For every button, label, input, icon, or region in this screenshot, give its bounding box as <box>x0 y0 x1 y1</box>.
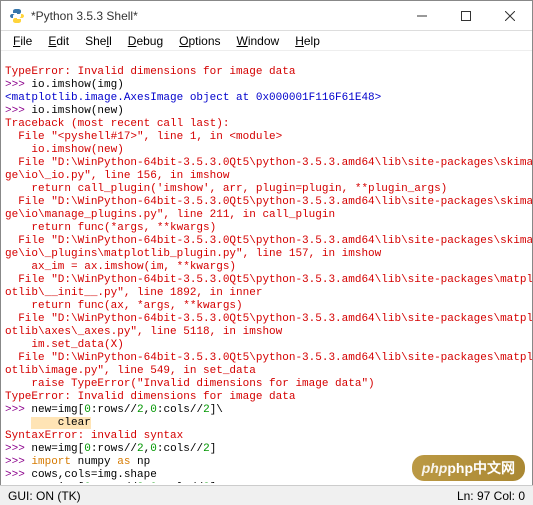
window-title: *Python 3.5.3 Shell* <box>31 9 400 23</box>
traceback-line: ax_im = ax.imshow(im, **kwargs) <box>5 261 236 273</box>
code-input: io.imshow(new) <box>31 105 123 117</box>
traceback-line: File "<pyshell#17>", line 1, in <module> <box>5 131 282 143</box>
output-line: <matplotlib.image.AxesImage object at 0x… <box>5 92 381 104</box>
code-input: new=img[ <box>31 482 84 483</box>
traceback-line: raise TypeError("Invalid dimensions for … <box>5 378 375 390</box>
code-input: io.imshow(img) <box>31 79 123 91</box>
traceback-line: File "D:\WinPython-64bit-3.5.3.0Qt5\pyth… <box>5 235 532 247</box>
prompt: >>> <box>5 469 31 481</box>
statusbar: GUI: ON (TK) Ln: 97 Col: 0 <box>0 485 533 505</box>
status-left: GUI: ON (TK) <box>8 489 81 503</box>
menu-window[interactable]: Window <box>231 33 286 49</box>
traceback-line: File "D:\WinPython-64bit-3.5.3.0Qt5\pyth… <box>5 274 532 286</box>
menu-file[interactable]: File <box>7 33 38 49</box>
prompt: >>> <box>5 482 31 483</box>
traceback-line: otlib\image.py", line 549, in set_data <box>5 365 256 377</box>
traceback-line: File "D:\WinPython-64bit-3.5.3.0Qt5\pyth… <box>5 196 532 208</box>
menu-edit[interactable]: Edit <box>42 33 75 49</box>
menu-shell[interactable]: Shell <box>79 33 118 49</box>
traceback-line: ge\io\_io.py", line 156, in imshow <box>5 170 229 182</box>
traceback-line: otlib\__init__.py", line 1892, in inner <box>5 287 262 299</box>
error-line: SyntaxError: invalid syntax <box>5 430 183 442</box>
prompt: >>> <box>5 404 31 416</box>
traceback-line: otlib\axes\_axes.py", line 5118, in imsh… <box>5 326 282 338</box>
titlebar: *Python 3.5.3 Shell* <box>1 1 532 31</box>
code-input: cows,cols=img.shape <box>31 469 156 481</box>
traceback-line: ge\io\manage_plugins.py", line 211, in c… <box>5 209 335 221</box>
traceback-line: File "D:\WinPython-64bit-3.5.3.0Qt5\pyth… <box>5 157 532 169</box>
keyword: import <box>31 456 71 468</box>
syntax-error-highlight: clear <box>31 417 90 429</box>
status-cursor: Ln: 97 Col: 0 <box>457 489 525 503</box>
traceback-line: return func(*args, **kwargs) <box>5 222 216 234</box>
minimize-button[interactable] <box>400 1 444 31</box>
prompt: >>> <box>5 443 31 455</box>
menubar: File Edit Shell Debug Options Window Hel… <box>1 31 532 51</box>
traceback-line: io.imshow(new) <box>5 144 124 156</box>
keyword: as <box>117 456 130 468</box>
traceback-line: Traceback (most recent call last): <box>5 118 229 130</box>
error-line: TypeError: Invalid dimensions for image … <box>5 391 295 403</box>
traceback-line: File "D:\WinPython-64bit-3.5.3.0Qt5\pyth… <box>5 313 532 325</box>
menu-debug[interactable]: Debug <box>122 33 169 49</box>
traceback-line: return func(ax, *args, **kwargs) <box>5 300 243 312</box>
traceback-line: return call_plugin('imshow', arr, plugin… <box>5 183 447 195</box>
code-input: new=img[ <box>31 443 84 455</box>
traceback-line: ge\io\_plugins\matplotlib_plugin.py", li… <box>5 248 381 260</box>
code-input: new=img[ <box>31 404 84 416</box>
python-icon <box>9 8 25 24</box>
menu-options[interactable]: Options <box>173 33 226 49</box>
watermark-badge: phpphp中文网 <box>412 455 525 481</box>
prompt: >>> <box>5 79 31 91</box>
maximize-button[interactable] <box>444 1 488 31</box>
menu-help[interactable]: Help <box>289 33 326 49</box>
close-button[interactable] <box>488 1 532 31</box>
traceback-line: File "D:\WinPython-64bit-3.5.3.0Qt5\pyth… <box>5 352 532 364</box>
window-controls <box>400 1 532 31</box>
traceback-line: im.set_data(X) <box>5 339 124 351</box>
prompt: >>> <box>5 456 31 468</box>
shell-output[interactable]: TypeError: Invalid dimensions for image … <box>1 51 532 483</box>
error-line: TypeError: Invalid dimensions for image … <box>5 66 295 78</box>
prompt: >>> <box>5 105 31 117</box>
